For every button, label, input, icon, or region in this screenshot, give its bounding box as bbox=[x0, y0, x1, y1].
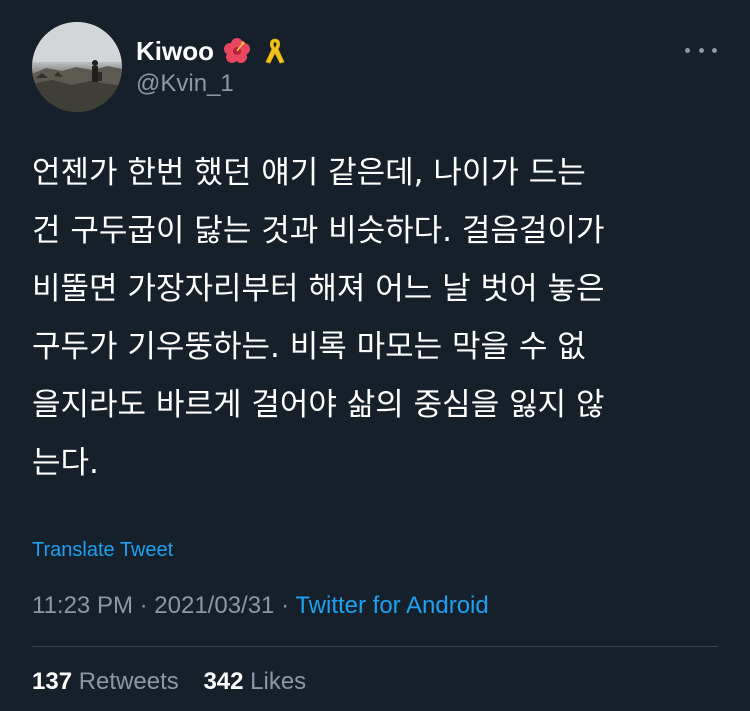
divider bbox=[32, 646, 718, 647]
tweet-text: 언젠가 한번 했던 얘기 같은데, 나이가 드는 건 구두굽이 닳는 것과 비슷… bbox=[32, 155, 605, 481]
retweets-label: Retweets bbox=[78, 668, 179, 695]
more-dot bbox=[712, 47, 717, 53]
translate-tweet-link[interactable]: Translate Tweet bbox=[32, 539, 173, 562]
more-options-icon[interactable] bbox=[685, 40, 717, 60]
hibiscus-icon bbox=[222, 36, 252, 66]
yellow-ribbon-icon bbox=[260, 36, 290, 66]
tweet-source-link[interactable]: Twitter for Android bbox=[295, 592, 488, 619]
avatar-photo bbox=[32, 22, 122, 112]
tweet-date: 2021/03/31 bbox=[154, 592, 275, 619]
tweet-time: 11:23 PM bbox=[32, 592, 133, 619]
user-handle[interactable]: @Kvin_1 bbox=[136, 70, 234, 98]
meta-separator: · bbox=[132, 592, 155, 619]
meta-separator: · bbox=[274, 592, 296, 619]
user-name-row[interactable]: Kiwoo bbox=[136, 34, 290, 68]
avatar[interactable] bbox=[32, 22, 122, 112]
likes-stat[interactable]: 342 Likes bbox=[203, 668, 306, 695]
likes-count: 342 bbox=[203, 668, 244, 695]
retweets-count: 137 bbox=[32, 668, 73, 695]
likes-label: Likes bbox=[250, 668, 307, 695]
more-dot bbox=[698, 47, 704, 53]
display-name[interactable]: Kiwoo bbox=[136, 36, 214, 67]
tweet-meta: 11:23 PM · 2021/03/31 · Twitter for Andr… bbox=[32, 592, 489, 620]
retweets-stat[interactable]: 137 Retweets bbox=[32, 668, 179, 695]
more-dot bbox=[685, 47, 690, 53]
tweet-stats: 137 Retweets 342 Likes bbox=[32, 668, 324, 696]
